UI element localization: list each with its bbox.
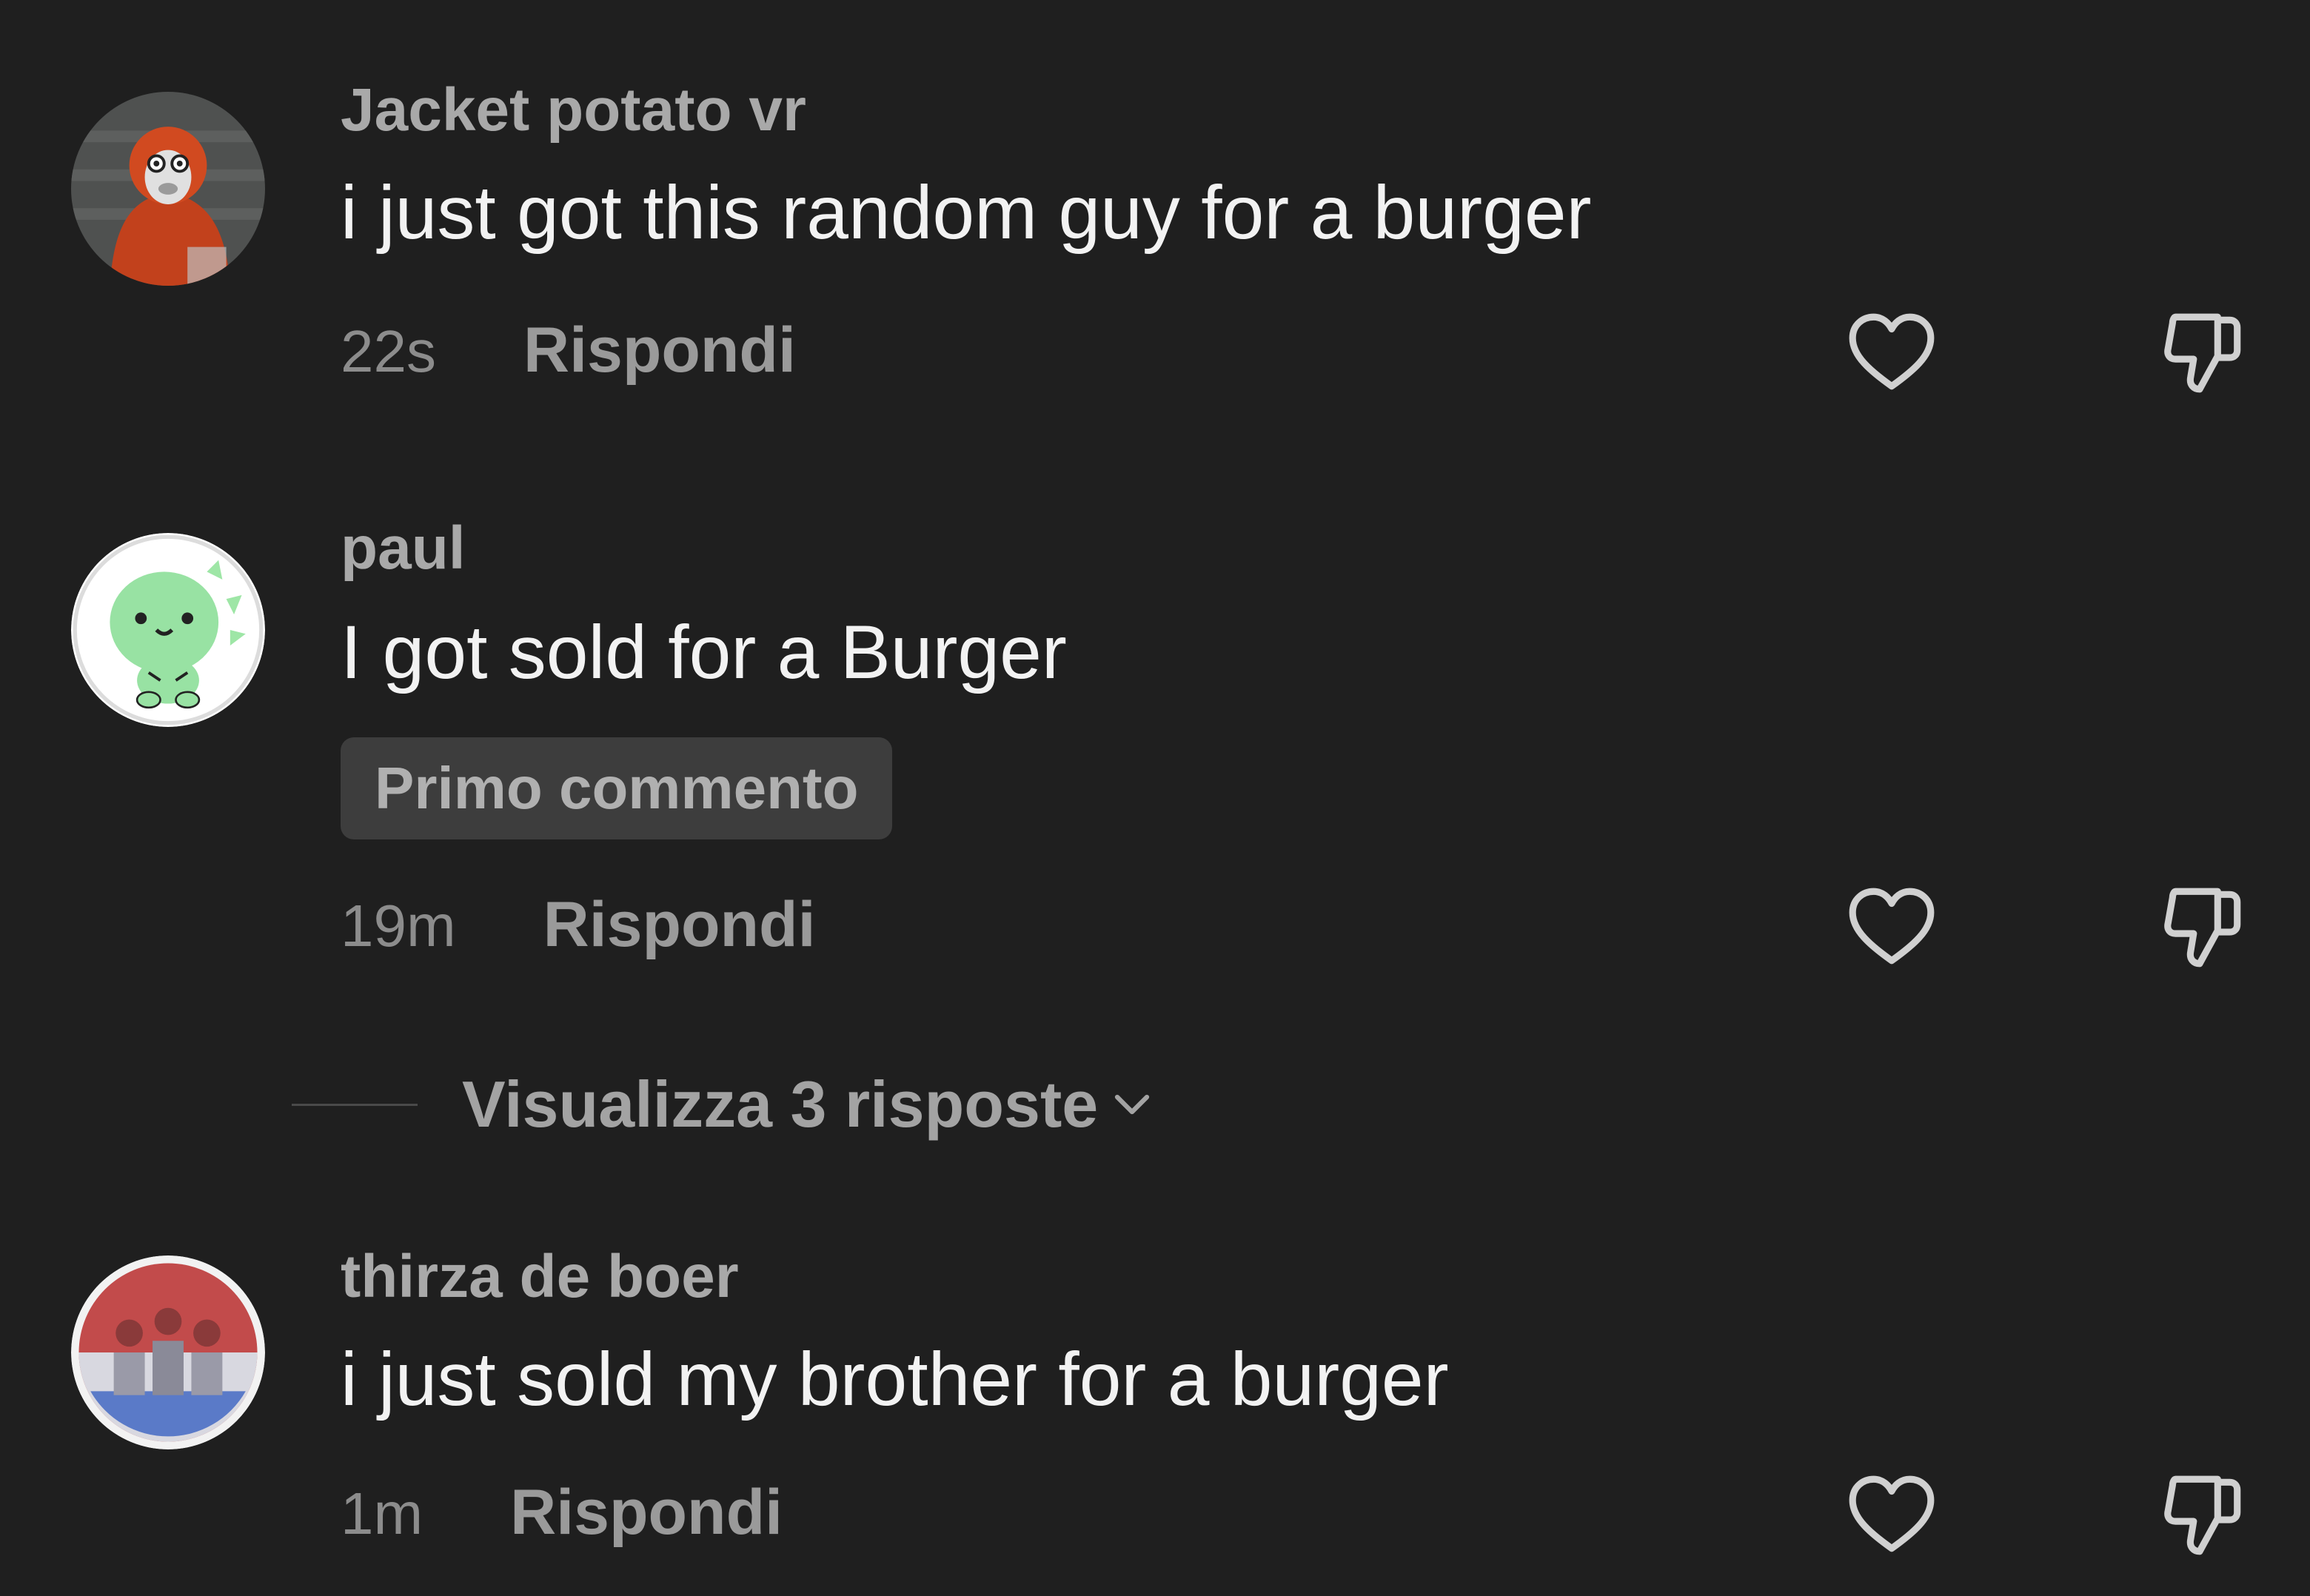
group-photo-avatar-icon [71, 1255, 265, 1449]
dislike-button[interactable] [2155, 1467, 2251, 1563]
thumbs-down-icon [2164, 1475, 2241, 1555]
heart-icon [1849, 1475, 1935, 1552]
reply-button[interactable]: Rispondi [510, 1481, 783, 1544]
user-avatar[interactable] [71, 1255, 265, 1449]
comment-item: thirza de boer i just sold my brother fo… [0, 0, 2310, 1596]
comment-username[interactable]: thirza de boer [341, 1247, 739, 1307]
comment-text: i just sold my brother for a burger [341, 1337, 1449, 1421]
comment-timestamp: 1m [341, 1481, 424, 1546]
like-button[interactable] [1844, 1467, 1940, 1563]
comment-meta: 1m Rispondi [341, 1481, 783, 1544]
